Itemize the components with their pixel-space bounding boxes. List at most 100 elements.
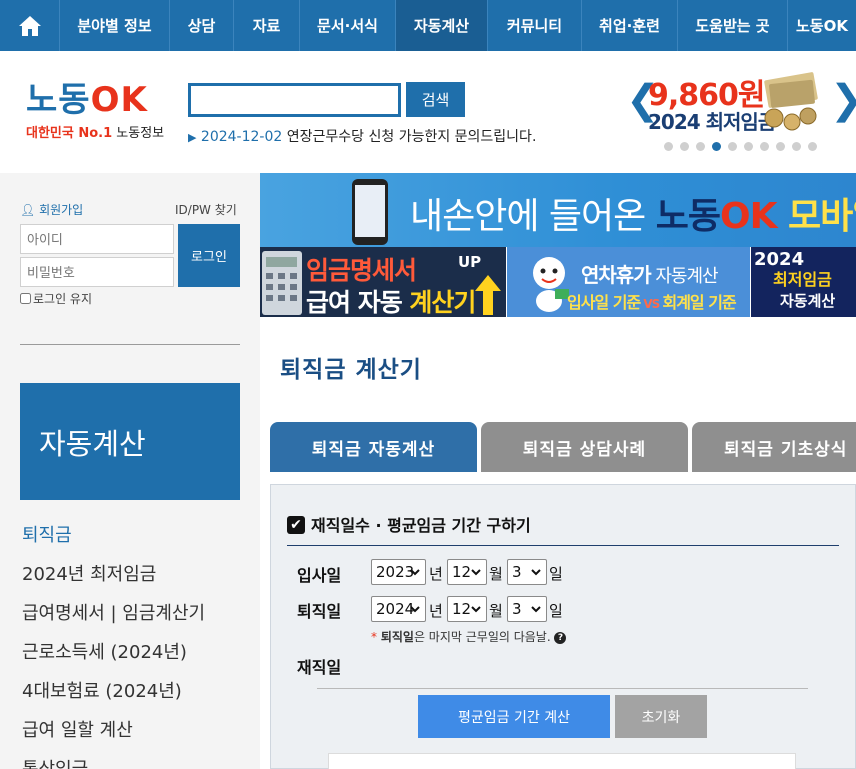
leave-subtitle: 자동계산 (650, 266, 718, 287)
nav-item-consult[interactable]: 상담 (170, 0, 234, 51)
sidebar-item-ordinary-wage[interactable]: 통상임금 (22, 750, 205, 769)
leave-vs: VS (640, 297, 663, 311)
latest-notice[interactable]: ▶ 2024-12-02 연장근무수당 신청 가능한지 문의드립니다. (188, 126, 536, 146)
start-year-unit: 년 (429, 565, 443, 583)
section-header-text: 재직일수 · 평균임금 기간 구하기 (311, 516, 531, 535)
start-day-unit: 일 (549, 565, 563, 583)
money-icon (764, 72, 818, 131)
search-input[interactable] (188, 83, 401, 117)
nav-item-nodong-ok[interactable]: 노동OK (788, 0, 856, 51)
mobile-text-pre: 내손안에 들어온 (410, 196, 656, 237)
sidebar-item-insurance[interactable]: 4대보험료 (2024년) (22, 672, 205, 711)
search-button[interactable]: 검색 (406, 82, 465, 117)
triangle-right-icon: ▶ (188, 131, 197, 144)
mobile-text-app: 모바일앱 (788, 196, 856, 237)
nav-item-field-info[interactable]: 분야별 정보 (60, 0, 170, 51)
find-id-pw-link[interactable]: ID/PW 찾기 (175, 201, 237, 218)
carousel-dot-active[interactable] (712, 142, 721, 151)
min-wage-banner[interactable]: 2024 최저임금 자동계산 (751, 247, 856, 317)
calculator-icon (262, 251, 302, 315)
site-logo[interactable]: 노동OK 대한민국 No.1 노동정보 (26, 80, 164, 141)
tab-auto-calc[interactable]: 퇴직금 자동계산 (270, 422, 477, 472)
nav-item-community[interactable]: 커뮤니티 (488, 0, 582, 51)
chevron-down-icon (410, 606, 420, 613)
chevron-right-icon[interactable]: ❯ (830, 80, 856, 120)
min-wage-subtitle: 자동계산 (780, 292, 836, 310)
nav-item-resources[interactable]: 자료 (234, 0, 300, 51)
notice-date: 2024-12-02 (200, 129, 283, 145)
end-day-select[interactable]: 3 (507, 596, 547, 622)
carousel-dot[interactable] (760, 142, 769, 151)
logo-tagline: 대한민국 No.1 노동정보 (26, 122, 164, 141)
nav-item-jobs-training[interactable]: 취업·훈련 (582, 0, 678, 51)
payslip-line2-a: 급여 자동 (306, 288, 410, 317)
end-date-hint: * 퇴직일은 마지막 근무일의 다음날. ? (371, 628, 567, 645)
sidebar-divider (20, 344, 240, 345)
result-box (328, 753, 796, 769)
home-icon (18, 15, 41, 36)
start-date-label: 입사일 (297, 566, 342, 585)
arrow-up-icon (475, 275, 501, 315)
nav-item-auto-calc[interactable]: 자동계산 (396, 0, 488, 51)
tab-basics[interactable]: 퇴직금 기초상식 (692, 422, 856, 472)
end-day-unit: 일 (549, 602, 563, 620)
carousel-dot[interactable] (664, 142, 673, 151)
page-root: 분야별 정보 상담 자료 문서·서식 자동계산 커뮤니티 취업·훈련 도움받는 … (0, 0, 856, 769)
join-label: 회원가입 (39, 203, 84, 217)
login-id-input[interactable] (20, 224, 174, 254)
checkbox-checked-icon: ✔ (287, 516, 305, 534)
logo-tagline-highlight: 대한민국 No.1 (26, 126, 113, 141)
start-day-select[interactable]: 3 (507, 559, 547, 585)
carousel-dot[interactable] (728, 142, 737, 151)
hint-bold: 퇴직일 (380, 630, 414, 644)
leave-basis1: 입사일 기준 (567, 293, 641, 312)
tenure-label: 재직일 (297, 658, 342, 677)
start-month-unit: 월 (489, 565, 503, 583)
carousel-dots[interactable] (664, 142, 817, 151)
start-month-select[interactable]: 12 (447, 559, 487, 585)
reset-button[interactable]: 초기화 (615, 695, 707, 738)
keep-login[interactable]: 로그인 유지 (20, 290, 92, 307)
nav-item-documents[interactable]: 문서·서식 (300, 0, 396, 51)
left-sidebar: 👤︎ 회원가입 ID/PW 찾기 로그인 로그인 유지 자동계산 퇴직금 202… (0, 173, 260, 769)
sidebar-item-income-tax[interactable]: 근로소득세 (2024년) (22, 633, 205, 672)
login-password-input[interactable] (20, 257, 174, 287)
mobile-text-brand1: 노동 (655, 196, 721, 237)
end-year-select[interactable]: 2024 (371, 596, 426, 622)
sidebar-menu: 퇴직금 2024년 최저임금 급여명세서 | 임금계산기 근로소득세 (2024… (22, 516, 205, 769)
min-wage-promo[interactable]: ❮ 9,860원 2024 최저임금 ❯ (626, 66, 856, 142)
logo-part-ok: OK (90, 80, 148, 120)
payslip-banner[interactable]: 임금명세서 UP 급여 자동 계산기 (260, 247, 506, 317)
login-button[interactable]: 로그인 (178, 224, 240, 287)
hint-text: 은 마지막 근무일의 다음날. (413, 630, 551, 644)
keep-login-checkbox[interactable] (20, 293, 31, 304)
mobile-app-banner[interactable]: 내손안에 들어온 노동OK 모바일앱 (260, 173, 856, 247)
start-year-select[interactable]: 2023 (371, 559, 426, 585)
end-month-value: 12 (452, 600, 472, 618)
join-link[interactable]: 👤︎ 회원가입 (20, 201, 83, 218)
tab-case-studies[interactable]: 퇴직금 상담사례 (481, 422, 688, 472)
annual-leave-banner[interactable]: 연차휴가 자동계산 입사일 기준 VS 회계일 기준 (507, 247, 750, 317)
sidebar-item-severance[interactable]: 퇴직금 (22, 516, 205, 555)
section-header: ✔ 재직일수 · 평균임금 기간 구하기 (287, 516, 839, 546)
end-month-select[interactable]: 12 (447, 596, 487, 622)
payslip-line2-b: 계산기 (409, 288, 476, 317)
carousel-dot[interactable] (696, 142, 705, 151)
user-icon: 👤︎ (20, 203, 36, 217)
sidebar-item-daily-pay[interactable]: 급여 일할 계산 (22, 711, 205, 750)
payslip-line1: 임금명세서 (306, 256, 417, 285)
carousel-dot[interactable] (808, 142, 817, 151)
calc-period-button[interactable]: 평균임금 기간 계산 (418, 695, 610, 738)
nav-item-help[interactable]: 도움받는 곳 (678, 0, 788, 51)
leave-line1: 연차휴가 자동계산 (581, 259, 719, 288)
carousel-dot[interactable] (744, 142, 753, 151)
home-button[interactable] (0, 0, 60, 51)
carousel-dot[interactable] (792, 142, 801, 151)
sidebar-item-min-wage[interactable]: 2024년 최저임금 (22, 555, 205, 594)
carousel-dot[interactable] (680, 142, 689, 151)
sidebar-item-payslip[interactable]: 급여명세서 | 임금계산기 (22, 594, 205, 633)
carousel-dot[interactable] (776, 142, 785, 151)
min-wage-title: 최저임금 (773, 270, 832, 289)
logo-part-ko: 노동 (26, 80, 91, 120)
help-icon[interactable]: ? (554, 631, 567, 644)
